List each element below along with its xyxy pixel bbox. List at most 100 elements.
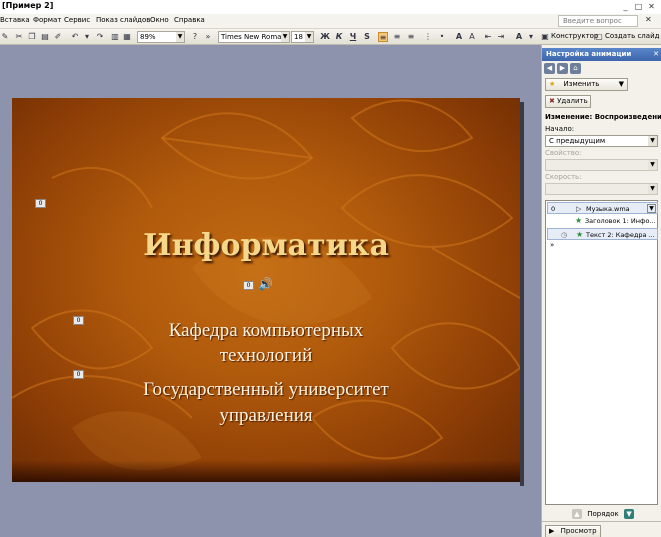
maximize-icon[interactable]: □ — [633, 1, 644, 12]
bold-button[interactable]: Ж — [320, 32, 330, 42]
decrease-indent-icon[interactable]: ⇤ — [483, 32, 493, 42]
home-icon[interactable]: ⌂ — [570, 63, 581, 74]
numbering-icon[interactable]: ⋮ — [423, 32, 433, 42]
insert-chart-icon[interactable]: ▥ — [110, 32, 120, 42]
effect-star-icon: ★ — [576, 230, 584, 239]
font-color-dropdown-icon[interactable]: ▾ — [526, 32, 536, 42]
delete-effect-label: Удалить — [557, 97, 588, 105]
designer-button[interactable]: Конструктор — [551, 32, 598, 40]
italic-button[interactable]: К — [334, 32, 344, 42]
slide-canvas[interactable]: Информатика Кафедра компьютерных техноло… — [12, 98, 520, 482]
cut-icon[interactable]: ✂ — [14, 32, 24, 42]
reorder-controls: ▲ Порядок ▼ — [572, 509, 635, 519]
order-label: Порядок — [587, 510, 619, 518]
pane-header: Настройка анимации ✕ — [542, 48, 661, 61]
chevron-down-icon[interactable]: ▼ — [648, 136, 657, 146]
menu-insert[interactable]: Вставка — [0, 16, 30, 24]
minimize-icon[interactable]: _ — [620, 1, 631, 12]
chevron-down-icon[interactable]: ▼ — [176, 32, 184, 42]
align-center-icon[interactable]: ≡ — [392, 32, 402, 42]
expand-row[interactable]: » — [547, 241, 658, 249]
help-icon[interactable]: ? — [190, 32, 200, 42]
increase-indent-icon[interactable]: ⇥ — [496, 32, 506, 42]
list-item[interactable]: 0 ▷ Музыка.wma ▼ — [547, 202, 658, 214]
open-icon[interactable]: ✎ — [0, 32, 10, 42]
menu-format[interactable]: Формат — [33, 16, 61, 24]
new-slide-button[interactable]: Создать слайд — [605, 32, 659, 40]
font-size-value: 18 — [294, 33, 303, 41]
font-combo[interactable]: Times New Roman ▼ — [218, 31, 290, 43]
animation-tag-text-2[interactable]: 0 — [73, 370, 84, 379]
animation-tag-text-1[interactable]: 0 — [73, 316, 84, 325]
subtitle-line-2[interactable]: технологий — [12, 343, 520, 368]
ask-question-input[interactable]: Введите вопрос — [558, 15, 638, 27]
chevron-down-icon[interactable]: ▼ — [305, 32, 313, 42]
play-icon: ▷ — [576, 205, 582, 213]
preview-label: Просмотр — [560, 527, 597, 535]
chevron-down-icon[interactable]: ▼ — [647, 204, 656, 213]
new-slide-icon[interactable]: ▢ — [594, 32, 604, 42]
list-item[interactable]: ★ Заголовок 1: Инфо... — [547, 215, 658, 227]
move-up-icon[interactable]: ▲ — [572, 509, 582, 519]
slide-title[interactable]: Информатика — [12, 228, 520, 263]
clock-icon: ◷ — [561, 231, 568, 239]
increase-font-icon[interactable]: A — [454, 32, 464, 42]
font-size-combo[interactable]: 18 ▼ — [291, 31, 314, 43]
delete-icon: ✖ — [549, 97, 555, 105]
subtitle-line-4[interactable]: управления — [12, 403, 520, 428]
bullets-icon[interactable]: • — [437, 32, 447, 42]
forward-icon[interactable]: ▶ — [557, 63, 568, 74]
redo-icon[interactable]: ↷ — [95, 32, 105, 42]
speaker-icon[interactable]: 🔊 — [258, 277, 273, 291]
zoom-value: 89% — [140, 33, 156, 41]
slide-bottom-shade — [12, 460, 520, 482]
close-document-icon[interactable]: ✕ — [645, 15, 652, 24]
subtitle-line-3[interactable]: Государственный университет — [12, 377, 520, 402]
subtitle-line-1[interactable]: Кафедра компьютерных — [12, 318, 520, 343]
shadow-button[interactable]: S — [362, 32, 372, 42]
menu-help[interactable]: Справка — [174, 16, 205, 24]
animation-tag-title[interactable]: 0 — [35, 199, 46, 208]
toolbar-options-icon[interactable]: » — [203, 32, 213, 42]
decrease-font-icon[interactable]: A — [467, 32, 477, 42]
custom-animation-pane: Настройка анимации ✕ ◀ ▶ ⌂ ★ Изменить ▼ ✖ … — [541, 45, 661, 537]
delete-effect-button[interactable]: ✖ Удалить — [545, 95, 591, 108]
menu-tools[interactable]: Сервис — [64, 16, 90, 24]
insert-table-icon[interactable]: ▦ — [122, 32, 132, 42]
close-window-icon[interactable]: ✕ — [646, 1, 657, 12]
chevron-down-icon[interactable]: ▼ — [281, 32, 289, 42]
expand-icon[interactable]: » — [550, 241, 554, 249]
copy-icon[interactable]: ❐ — [27, 32, 37, 42]
pane-title: Настройка анимации — [546, 50, 632, 58]
change-effect-button[interactable]: ★ Изменить ▼ — [545, 78, 628, 91]
pane-close-icon[interactable]: ✕ — [653, 48, 659, 61]
back-icon[interactable]: ◀ — [544, 63, 555, 74]
play-icon: ▶ — [549, 527, 555, 535]
underline-button[interactable]: Ч — [348, 32, 358, 42]
preview-button[interactable]: ▶ Просмотр — [545, 525, 601, 537]
align-left-icon[interactable]: ≡ — [378, 32, 388, 42]
star-icon: ★ — [549, 80, 556, 88]
font-color-icon[interactable]: A — [514, 32, 524, 42]
align-right-icon[interactable]: ≡ — [406, 32, 416, 42]
speed-select: ▼ — [545, 183, 658, 195]
list-item[interactable]: ◷ ★ Текст 2: Кафедра ... — [547, 228, 658, 240]
menu-slideshow[interactable]: Показ слайдов — [96, 16, 150, 24]
section-title: Изменение: Воспроизведение — [545, 113, 661, 121]
undo-dropdown-icon[interactable]: ▾ — [82, 32, 92, 42]
start-select[interactable]: С предыдущим ▼ — [545, 135, 658, 147]
property-select: ▼ — [545, 159, 658, 171]
animation-list[interactable]: 0 ▷ Музыка.wma ▼ ★ Заголовок 1: Инфо... … — [545, 200, 658, 505]
move-down-icon[interactable]: ▼ — [624, 509, 635, 519]
chevron-down-icon: ▼ — [618, 80, 624, 88]
zoom-combo[interactable]: 89% ▼ — [137, 31, 185, 43]
animation-tag-sound[interactable]: 0 — [243, 281, 254, 290]
designer-icon[interactable]: ▣ — [540, 32, 550, 42]
list-item-label: Заголовок 1: Инфо... — [585, 217, 656, 225]
undo-icon[interactable]: ↶ — [70, 32, 80, 42]
list-item-label: Текст 2: Кафедра ... — [586, 231, 655, 239]
menu-window[interactable]: Окно — [150, 16, 169, 24]
paste-icon[interactable]: ▤ — [40, 32, 50, 42]
list-item-label: Музыка.wma — [586, 205, 630, 213]
format-painter-icon[interactable]: ✐ — [53, 32, 63, 42]
